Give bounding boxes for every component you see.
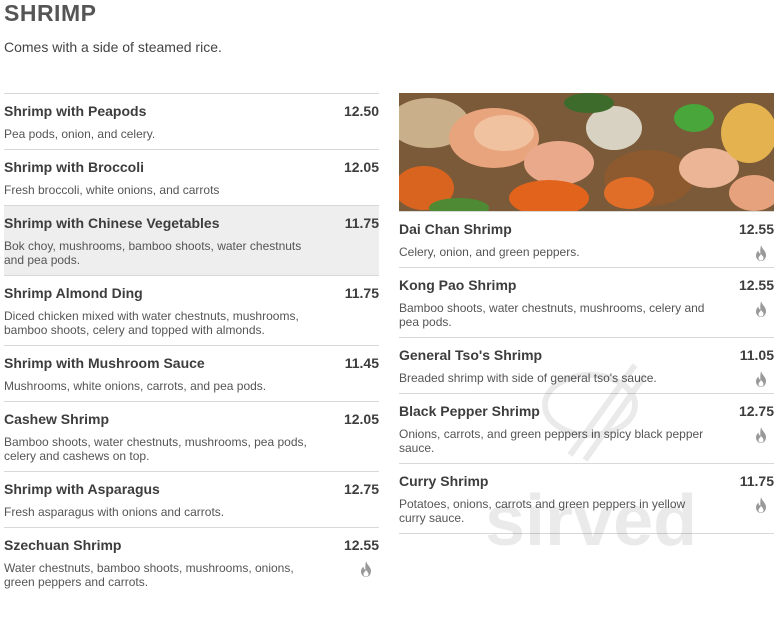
flame-icon (756, 427, 766, 443)
menu-item[interactable]: Curry Shrimp 11.75 Potatoes, onions, car… (399, 464, 774, 534)
dish-photo-frame (399, 93, 774, 212)
item-description: Onions, carrots, and green peppers in sp… (399, 427, 704, 455)
menu-item[interactable]: Kong Pao Shrimp 12.55 Bamboo shoots, wat… (399, 268, 774, 338)
item-description: Celery, onion, and green peppers. (399, 245, 580, 259)
flame-icon (756, 245, 766, 261)
item-price: 11.75 (344, 215, 379, 231)
section-title: SHRIMP (4, 0, 97, 26)
item-name: Shrimp with Mushroom Sauce (4, 355, 205, 371)
menu-column-left: Shrimp with Peapods 12.50 Pea pods, onio… (4, 93, 379, 597)
menu-item[interactable]: Shrimp with Broccoli 12.05 Fresh broccol… (4, 150, 379, 206)
item-name: Szechuan Shrimp (4, 537, 122, 553)
menu-item[interactable]: Shrimp with Mushroom Sauce 11.45 Mushroo… (4, 346, 379, 402)
item-name: Curry Shrimp (399, 473, 489, 489)
section-subtitle: Comes with a side of steamed rice. (4, 39, 222, 55)
item-description: Fresh broccoli, white onions, and carrot… (4, 183, 220, 197)
item-description: Bamboo shoots, water chestnuts, mushroom… (4, 435, 307, 463)
item-description: Mushrooms, white onions, carrots, and pe… (4, 379, 267, 393)
item-price: 12.05 (343, 411, 379, 427)
item-description: Fresh asparagus with onions and carrots. (4, 505, 225, 519)
item-price: 11.45 (344, 355, 379, 371)
item-description: Breaded shrimp with side of general tso'… (399, 371, 657, 385)
menu-item[interactable]: Shrimp Almond Ding 11.75 Diced chicken m… (4, 276, 379, 346)
menu-item[interactable]: Dai Chan Shrimp 12.55 Celery, onion, and… (399, 212, 774, 268)
item-name: Shrimp with Chinese Vegetables (4, 215, 220, 231)
item-price: 12.05 (343, 159, 379, 175)
flame-icon (756, 371, 766, 387)
item-description: Pea pods, onion, and celery. (4, 127, 156, 141)
item-price: 11.75 (739, 473, 774, 489)
item-name: Cashew Shrimp (4, 411, 110, 427)
item-price: 12.75 (343, 481, 379, 497)
item-description: Potatoes, onions, carrots and green pepp… (399, 497, 686, 525)
menu-item[interactable]: General Tso's Shrimp 11.05 Breaded shrim… (399, 338, 774, 394)
item-price: 11.05 (739, 347, 774, 363)
item-name: Shrimp with Broccoli (4, 159, 145, 175)
item-price: 12.55 (738, 277, 774, 293)
item-description: Bamboo shoots, water chestnuts, mushroom… (399, 301, 705, 329)
item-name: Kong Pao Shrimp (399, 277, 517, 293)
item-description: Water chestnuts, bamboo shoots, mushroom… (4, 561, 294, 589)
item-price: 11.75 (344, 285, 379, 301)
menu-item[interactable]: Shrimp with Peapods 12.50 Pea pods, onio… (4, 94, 379, 150)
item-price: 12.55 (738, 221, 774, 237)
item-price: 12.50 (343, 103, 379, 119)
menu-item[interactable]: Cashew Shrimp 12.05 Bamboo shoots, water… (4, 402, 379, 472)
menu-item[interactable]: Szechuan Shrimp 12.55 Water chestnuts, b… (4, 528, 379, 597)
menu-item[interactable]: Shrimp with Chinese Vegetables 11.75 Bok… (4, 206, 379, 276)
item-price: 12.75 (738, 403, 774, 419)
item-price: 12.55 (343, 537, 379, 553)
flame-icon (361, 561, 371, 577)
item-name: Black Pepper Shrimp (399, 403, 540, 419)
item-name: Dai Chan Shrimp (399, 221, 512, 237)
menu-item[interactable]: Black Pepper Shrimp 12.75 Onions, carrot… (399, 394, 774, 464)
menu-column-right: Dai Chan Shrimp 12.55 Celery, onion, and… (399, 93, 774, 534)
flame-icon (756, 301, 766, 317)
item-name: Shrimp with Asparagus (4, 481, 160, 497)
menu-item[interactable]: Shrimp with Asparagus 12.75 Fresh aspara… (4, 472, 379, 528)
item-name: General Tso's Shrimp (399, 347, 543, 363)
item-description: Bok choy, mushrooms, bamboo shoots, wate… (4, 239, 302, 267)
item-description: Diced chicken mixed with water chestnuts… (4, 309, 299, 337)
item-name: Shrimp with Peapods (4, 103, 147, 119)
flame-icon (756, 497, 766, 513)
item-name: Shrimp Almond Ding (4, 285, 143, 301)
shrimp-dish-photo (399, 93, 774, 211)
